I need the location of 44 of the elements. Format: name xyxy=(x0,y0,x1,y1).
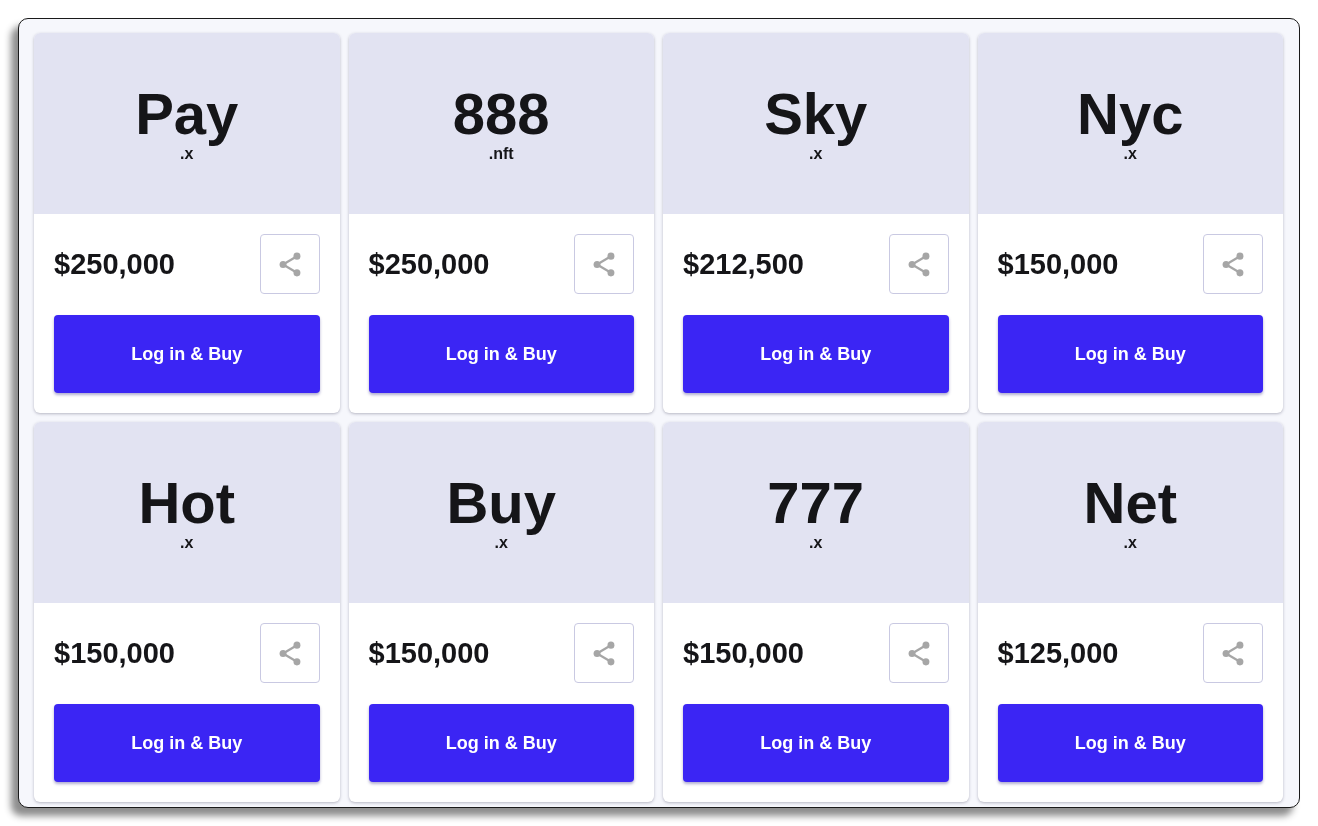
domain-name: 777 xyxy=(767,474,865,532)
share-button[interactable] xyxy=(1203,234,1263,294)
buy-button[interactable]: Log in & Buy xyxy=(683,704,949,782)
share-button[interactable] xyxy=(259,623,320,683)
share-icon xyxy=(1222,640,1244,666)
buy-button[interactable]: Log in & Buy xyxy=(54,315,320,393)
share-icon xyxy=(1222,251,1244,277)
domain-extension: .nft xyxy=(488,146,514,162)
domain-name: Hot xyxy=(138,474,236,532)
price-text: $150,000 xyxy=(683,636,804,670)
share-button[interactable] xyxy=(1203,623,1263,683)
price-text: $150,000 xyxy=(368,636,490,670)
domain-extension: .x xyxy=(494,535,508,551)
price-text: $212,500 xyxy=(683,247,804,281)
buy-button[interactable]: Log in & Buy xyxy=(54,704,320,782)
domain-extension: .x xyxy=(1123,535,1137,551)
domain-extension: .x xyxy=(180,535,194,551)
price-text: $250,000 xyxy=(368,247,490,281)
share-icon xyxy=(593,251,615,277)
buy-button[interactable]: Log in & Buy xyxy=(997,704,1263,782)
buy-button[interactable]: Log in & Buy xyxy=(683,315,949,393)
share-button[interactable] xyxy=(259,234,320,294)
share-icon xyxy=(907,640,930,666)
domain-extension: .x xyxy=(1123,146,1137,162)
domain-name: Net xyxy=(1083,474,1177,532)
buy-button[interactable]: Log in & Buy xyxy=(997,315,1263,393)
price-text: $250,000 xyxy=(54,247,175,281)
price-text: $150,000 xyxy=(54,636,175,670)
share-button[interactable] xyxy=(888,623,949,683)
share-button[interactable] xyxy=(574,234,634,294)
domain-extension: .x xyxy=(809,146,823,162)
share-icon xyxy=(593,640,615,666)
domain-extension: .x xyxy=(180,146,194,162)
domain-name: 888 xyxy=(452,85,550,143)
price-text: $150,000 xyxy=(997,247,1119,281)
share-button[interactable] xyxy=(574,623,634,683)
price-text: $125,000 xyxy=(997,636,1119,670)
domain-extension: .x xyxy=(809,535,823,551)
buy-button[interactable]: Log in & Buy xyxy=(368,315,634,393)
share-button[interactable] xyxy=(888,234,949,294)
share-icon xyxy=(278,640,301,666)
buy-button[interactable]: Log in & Buy xyxy=(368,704,634,782)
share-icon xyxy=(278,251,301,277)
share-icon xyxy=(907,251,930,277)
